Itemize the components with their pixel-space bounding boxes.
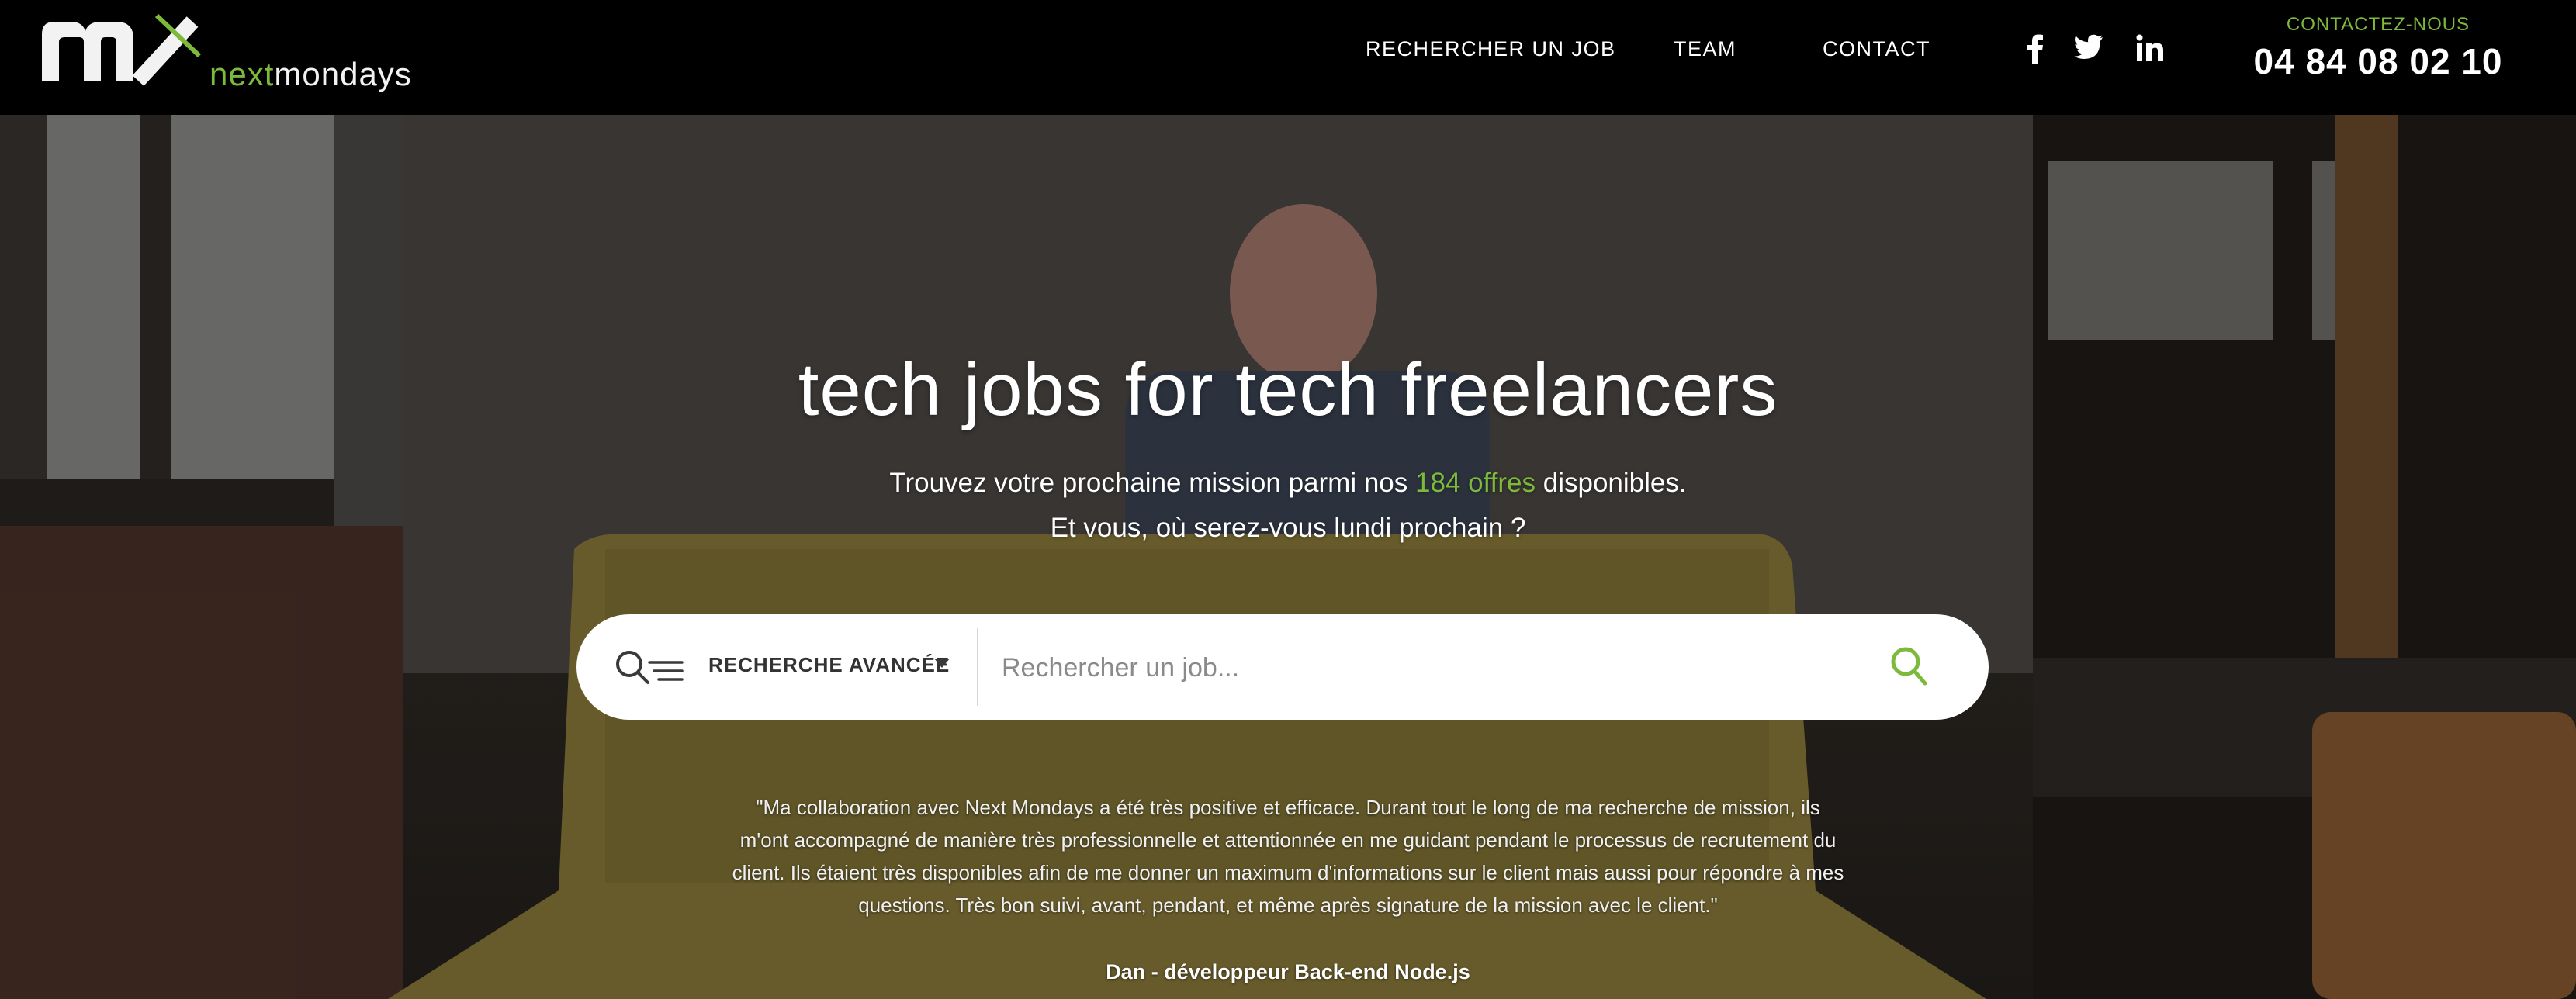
offers-count-link[interactable]: 184 offres: [1415, 468, 1536, 498]
advanced-search-toggle[interactable]: RECHERCHE AVANCÉE: [708, 653, 950, 677]
hero-section: tech jobs for tech freelancers Trouvez v…: [0, 115, 2576, 999]
nav-team[interactable]: TEAM: [1674, 37, 1736, 61]
logo-mondays-text: mondays: [274, 56, 412, 92]
chevron-down-icon[interactable]: [933, 658, 950, 672]
linkedin-icon[interactable]: [2136, 34, 2164, 65]
hero-headline: tech jobs for tech freelancers: [798, 348, 1778, 431]
job-search-bar: RECHERCHE AVANCÉE: [576, 614, 1989, 720]
hero-subtitle-line-1: Trouvez votre prochaine mission parmi no…: [0, 468, 2576, 499]
facebook-icon[interactable]: [2027, 34, 2044, 65]
hero-subtitle-line-2: Et vous, où serez-vous lundi prochain ?: [1050, 513, 1526, 543]
advanced-search-icon[interactable]: [614, 648, 684, 691]
contact-phone-number[interactable]: 04 84 08 02 10: [2246, 40, 2510, 82]
job-search-input[interactable]: [1000, 638, 1818, 698]
nextmondays-logo[interactable]: nextmondays: [40, 11, 444, 96]
search-icon[interactable]: [1889, 645, 1928, 691]
logo-next-text: next: [209, 56, 275, 92]
testimonial-quote: "Ma collaboration avec Next Mondays a ét…: [732, 796, 1844, 917]
hero-subtitle-prefix: Trouvez votre prochaine mission parmi no…: [889, 468, 1415, 498]
search-divider: [977, 628, 978, 706]
logo-wordmark: nextmondays: [209, 56, 412, 93]
hero-subtitle-suffix: disponibles.: [1536, 468, 1687, 498]
contact-label: CONTACTEZ-NOUS: [2286, 14, 2470, 35]
testimonial-author: Dan - développeur Back-end Node.js: [1106, 960, 1470, 983]
nav-contact[interactable]: CONTACT: [1823, 37, 1930, 61]
nav-rechercher-un-job[interactable]: RECHERCHER UN JOB: [1366, 37, 1616, 61]
mx-logo-mark: [42, 13, 202, 86]
twitter-icon[interactable]: [2074, 34, 2103, 65]
site-header: nextmondays RECHERCHER UN JOB TEAM CONTA…: [0, 0, 2576, 115]
